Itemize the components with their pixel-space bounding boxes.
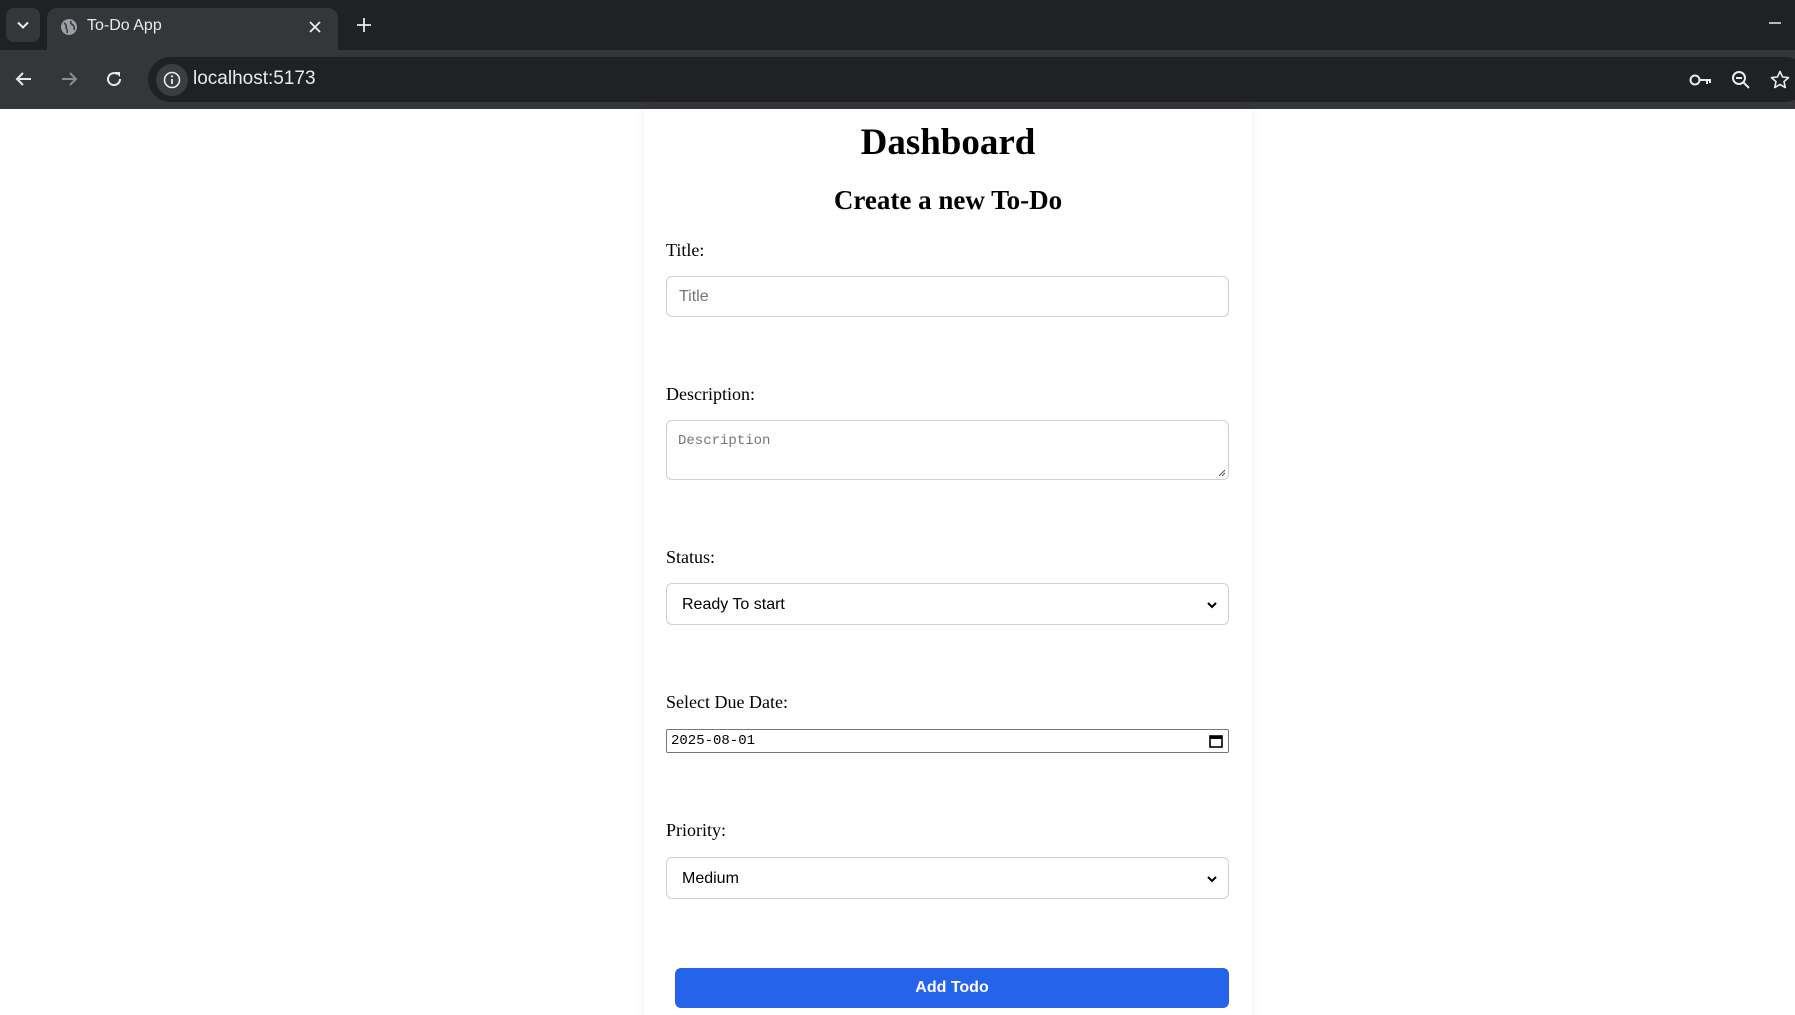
url-text[interactable]: localhost:5173 — [193, 68, 316, 90]
add-todo-label: Add Todo — [915, 979, 989, 996]
site-info-button[interactable] — [156, 64, 188, 96]
star-icon — [1770, 70, 1790, 89]
resize-handle-icon[interactable] — [1216, 467, 1226, 477]
minimize-icon — [1769, 22, 1781, 24]
reload-icon — [107, 72, 122, 87]
zoom-out-icon — [1732, 71, 1750, 89]
browser-tabstrip: To-Do App — [0, 0, 1795, 50]
password-key-button[interactable] — [1688, 67, 1714, 93]
reload-button[interactable] — [99, 64, 129, 94]
due-date-input[interactable]: 2025-08-01 — [666, 729, 1229, 753]
forward-button[interactable] — [54, 64, 84, 94]
priority-label: Priority: — [666, 820, 727, 840]
browser-toolbar: localhost:5173 — [0, 50, 1795, 109]
new-tab-button[interactable] — [351, 12, 377, 38]
priority-select[interactable]: Medium — [666, 857, 1229, 899]
title-input[interactable]: Title — [666, 276, 1229, 317]
chevron-down-icon — [1207, 602, 1217, 609]
calendar-icon[interactable] — [1208, 733, 1224, 749]
arrow-right-icon — [62, 72, 78, 86]
form-title: Create a new To-Do — [833, 185, 1063, 215]
plus-icon — [357, 18, 371, 32]
arrow-left-icon — [15, 72, 31, 86]
description-textarea[interactable]: Description — [666, 420, 1229, 480]
page-viewport: Dashboard Create a new To-Do Title: Titl… — [0, 109, 1795, 1015]
page-title: Dashboard — [860, 122, 1036, 163]
priority-selected-value: Medium — [682, 870, 739, 887]
status-select[interactable]: Ready To start — [666, 583, 1229, 625]
tab-title: To-Do App — [87, 17, 162, 34]
close-icon — [309, 21, 321, 33]
due-date-value: 2025-08-01 — [671, 733, 756, 749]
chevron-down-icon — [17, 21, 29, 29]
due-date-label: Select Due Date: — [666, 692, 788, 712]
title-label: Title: — [666, 240, 705, 260]
title-placeholder: Title — [679, 288, 709, 305]
tab-close-button[interactable] — [304, 16, 326, 38]
status-selected-value: Ready To start — [682, 596, 785, 613]
info-icon — [163, 71, 181, 89]
description-label: Description: — [666, 384, 755, 404]
key-icon — [1689, 74, 1711, 86]
zoom-button[interactable] — [1728, 67, 1754, 93]
tab-search-button[interactable] — [6, 8, 40, 42]
bookmark-button[interactable] — [1767, 67, 1793, 93]
todo-form-card: Dashboard Create a new To-Do Title: Titl… — [644, 109, 1252, 1015]
browser-tab[interactable]: To-Do App — [47, 8, 338, 50]
chevron-down-icon — [1207, 876, 1217, 883]
add-todo-button[interactable]: Add Todo — [675, 968, 1229, 1008]
globe-icon — [61, 19, 77, 35]
back-button[interactable] — [9, 64, 39, 94]
description-placeholder: Description — [678, 433, 771, 449]
minimize-window-button[interactable] — [1764, 12, 1786, 34]
address-bar[interactable]: localhost:5173 — [148, 57, 1795, 102]
status-label: Status: — [666, 547, 716, 567]
